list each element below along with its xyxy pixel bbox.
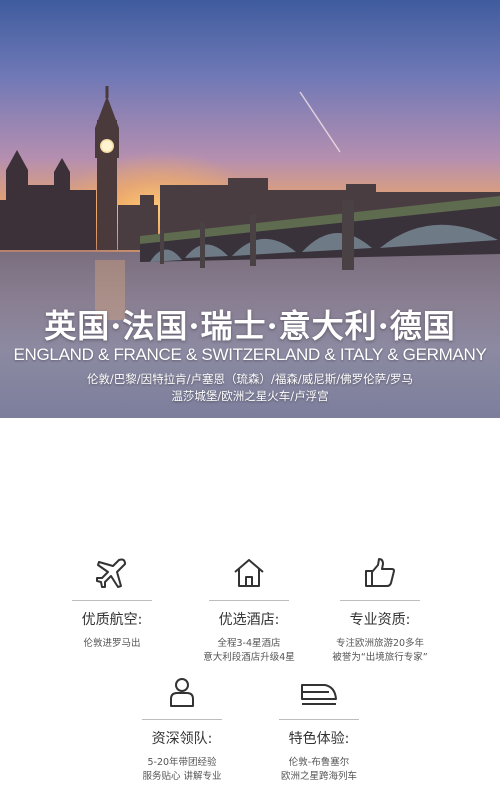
feature-desc-line: 专注欧洲旅游20多年 (335, 638, 425, 649)
feature-desc-line: 5-20年带团经验 (147, 757, 217, 768)
feature-title: 优质航空: (81, 612, 143, 628)
feature-divider (209, 600, 289, 601)
feature-desc: 伦敦-布鲁塞尔 欧洲之星跨海列车 (254, 756, 384, 784)
feature-qualification: 专业资质: 专注欧洲旅游20多年 被誉为“出境旅行专家” (315, 556, 445, 665)
feature-title: 特色体验: (288, 731, 350, 747)
feature-title: 优选酒店: (218, 612, 280, 628)
feature-divider (279, 719, 359, 720)
feature-title: 资深领队: (151, 731, 213, 747)
house-icon (184, 556, 314, 590)
feature-hotel: 优选酒店: 全程3-4星酒店 意大利段酒店升级4星 (184, 556, 314, 665)
feature-desc: 伦敦进罗马出 (47, 637, 177, 651)
feature-desc: 全程3-4星酒店 意大利段酒店升级4星 (184, 637, 314, 665)
feature-desc: 5-20年带团经验 服务贴心 讲解专业 (117, 756, 247, 784)
feature-special-experience: 特色体验: 伦敦-布鲁塞尔 欧洲之星跨海列车 (254, 675, 384, 784)
feature-desc-line: 全程3-4星酒店 (217, 638, 281, 649)
feature-desc: 专注欧洲旅游20多年 被誉为“出境旅行专家” (315, 637, 445, 665)
big-ben-tower (95, 86, 119, 250)
feature-divider (142, 719, 222, 720)
train-icon (254, 675, 384, 709)
hero-title: 英国·法国·瑞士·意大利·德国 (44, 307, 456, 345)
feature-divider (340, 600, 420, 601)
feature-desc-line: 服务贴心 讲解专业 (142, 771, 222, 782)
feature-title: 专业资质: (349, 612, 411, 628)
feature-desc-line: 伦敦进罗马出 (83, 638, 141, 649)
feature-desc-line: 欧洲之星跨海列车 (280, 771, 357, 782)
airplane-icon (47, 556, 177, 590)
person-icon (117, 675, 247, 709)
hero-subtitle: ENGLAND & FRANCE & SWITZERLAND & ITALY &… (13, 345, 487, 364)
hero-cities-line-1: 伦敦/巴黎/因特拉肯/卢塞恩（琉森）/福森/威尼斯/佛罗伦萨/罗马 (86, 372, 414, 386)
hero-banner: 英国·法国·瑞士·意大利·德国 ENGLAND & FRANCE & SWITZ… (0, 0, 500, 418)
hero-cities-line-2: 温莎城堡/欧洲之星火车/卢浮宫 (171, 389, 329, 403)
feature-airline: 优质航空: 伦敦进罗马出 (47, 556, 177, 651)
feature-desc-line: 意大利段酒店升级4星 (203, 652, 295, 663)
feature-tour-leader: 资深领队: 5-20年带团经验 服务贴心 讲解专业 (117, 675, 247, 784)
thumbs-up-icon (315, 556, 445, 590)
feature-desc-line: 伦敦-布鲁塞尔 (288, 757, 350, 768)
feature-desc-line: 被誉为“出境旅行专家” (332, 652, 428, 663)
feature-divider (72, 600, 152, 601)
